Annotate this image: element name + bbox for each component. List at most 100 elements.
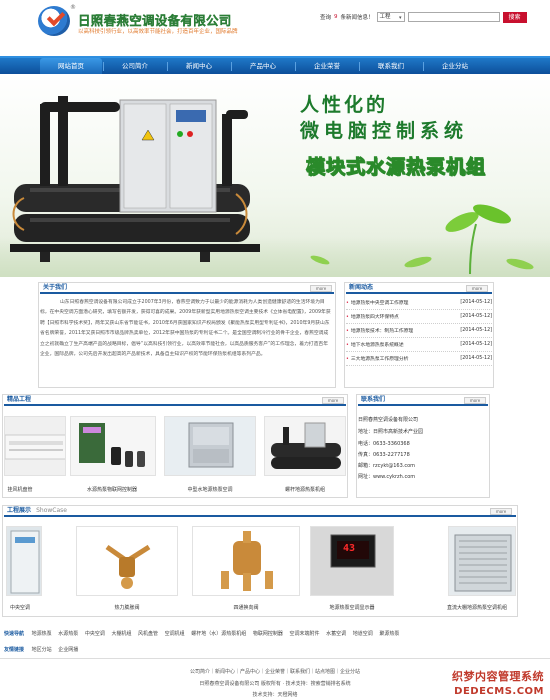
- showcase-caption[interactable]: 地源热泵空调显示器: [300, 604, 404, 611]
- showcase-title: 工程展示 ShowCase: [4, 505, 516, 517]
- quick-nav-label: 快速导航: [4, 631, 25, 637]
- friend-link[interactable]: 企业网播: [58, 647, 78, 653]
- contact-fax: 传真：0633-2277178: [358, 452, 410, 458]
- contact-more-button[interactable]: more: [464, 397, 486, 404]
- company-slogan: 以高科技引领行业，以高效率节能社会，打造百年企业，国际品牌: [78, 29, 238, 35]
- search-input[interactable]: [407, 12, 500, 22]
- quick-nav-link[interactable]: 地道空调: [353, 631, 373, 637]
- product-image[interactable]: [264, 416, 346, 476]
- showcase-image[interactable]: [192, 526, 300, 596]
- quick-nav-link[interactable]: 大棚机组: [111, 631, 131, 637]
- news-item[interactable]: • 地源热泵中央空调工作原理 [2014-05-12]: [346, 296, 492, 310]
- quick-nav: 快速导航 地源热泵 水源热泵 中央空调 大棚机组 风机盘管 空调机组 螺杆地（水…: [4, 630, 544, 637]
- nav-item-about[interactable]: 公司简介: [104, 58, 166, 74]
- news-item[interactable]: • 三大地源热泵工作原理分析 [2014-05-12]: [346, 352, 492, 366]
- news-item-title[interactable]: 地源热泵技术：制热工作原理: [351, 329, 413, 334]
- contact-phone: 电话：0633-3360368: [358, 441, 410, 447]
- main-nav: 网站首页 公司简介 新闻中心 产品中心 企业荣誉 联系我们 企业分站: [0, 56, 550, 74]
- showcase-image[interactable]: 43: [310, 526, 394, 596]
- quick-nav-link[interactable]: 水源热泵: [58, 631, 78, 637]
- hero-banner: 人性化的 微电脑控制系统 模块式水源热泵机组: [0, 74, 550, 277]
- showcase-caption[interactable]: 中央空调: [2, 604, 38, 611]
- watermark-line-2: DEDECMS.COM: [454, 686, 544, 697]
- search-label: 查询: [320, 15, 332, 21]
- friend-link[interactable]: 地区分站: [32, 647, 52, 653]
- product-image[interactable]: [70, 416, 156, 476]
- quick-nav-link[interactable]: 风机盘管: [138, 631, 158, 637]
- nav-item-products[interactable]: 产品中心: [232, 58, 294, 74]
- product-caption[interactable]: 中型水地源热泵空调: [164, 486, 256, 493]
- product-image[interactable]: [164, 416, 256, 476]
- about-more-button[interactable]: more: [310, 285, 332, 292]
- nav-item-news[interactable]: 新闻中心: [168, 58, 230, 74]
- about-title: 关于我们: [40, 282, 334, 294]
- news-item-title[interactable]: 地源热泵四大环保特点: [351, 315, 399, 320]
- showcase-caption[interactable]: 热力膨胀阀: [76, 604, 178, 611]
- products-more-button[interactable]: more: [322, 397, 344, 404]
- footer-support: 技术支持：天橙网络: [252, 692, 298, 698]
- showcase-title-text: 工程展示: [7, 507, 32, 514]
- quick-nav-link[interactable]: 中央空调: [85, 631, 105, 637]
- showcase-image[interactable]: [76, 526, 178, 596]
- product-caption[interactable]: 水源热泵物联网控制器: [66, 486, 158, 493]
- banner-product-name: 模块式水源热泵机组: [305, 156, 487, 179]
- thermostat-display-value: 43: [343, 543, 356, 554]
- nav-item-branches[interactable]: 企业分站: [424, 58, 486, 74]
- showcase-caption[interactable]: 四通换向阀: [192, 604, 300, 611]
- news-item-title[interactable]: 地下水地源热泵系统概述: [351, 343, 404, 348]
- registered-mark: ®: [70, 4, 76, 11]
- news-item-date: [2014-05-12]: [460, 314, 492, 319]
- news-item-date: [2014-05-12]: [460, 328, 492, 333]
- quick-nav-link[interactable]: 螺杆地（水）源热泵机组: [191, 631, 246, 637]
- news-item[interactable]: • 地源热泵技术：制热工作原理 [2014-05-12]: [346, 324, 492, 338]
- search-category-select[interactable]: 工程 ▾: [376, 12, 405, 22]
- news-list: • 地源热泵中央空调工作原理 [2014-05-12] • 地源热泵四大环保特点 [20…: [346, 296, 492, 366]
- showcase-image[interactable]: [6, 526, 42, 596]
- search-hint: 条新闻信息！: [340, 15, 374, 21]
- news-item-title[interactable]: 三大地源热泵工作原理分析: [351, 357, 409, 362]
- news-item[interactable]: • 地源热泵四大环保特点 [2014-05-12]: [346, 310, 492, 324]
- quick-nav-link[interactable]: 空调机组: [165, 631, 185, 637]
- showcase-caption[interactable]: 直流大棚地源热泵空调机组: [436, 604, 518, 611]
- nav-item-honors[interactable]: 企业荣誉: [296, 58, 358, 74]
- quick-nav-link[interactable]: 地源热泵: [32, 631, 52, 637]
- news-more-button[interactable]: more: [466, 285, 488, 292]
- news-item-date: [2014-05-12]: [460, 300, 492, 305]
- quick-nav-link[interactable]: 空调末端附件: [289, 631, 319, 637]
- friend-links: 友情链接 地区分站 企业网播: [4, 646, 83, 653]
- bullet-icon: •: [346, 301, 349, 306]
- watermark-line-1: 织梦内容管理系统: [452, 670, 544, 683]
- quick-nav-link[interactable]: 水蓄空调: [326, 631, 346, 637]
- bullet-icon: •: [346, 329, 349, 334]
- search-bar: 查询 9 条新闻信息！ 工程 ▾ 搜索: [320, 10, 527, 24]
- chevron-down-icon: ▾: [399, 15, 402, 21]
- product-caption[interactable]: 挂风机盘管: [0, 486, 40, 493]
- showcase-more-button[interactable]: more: [490, 508, 512, 515]
- bullet-icon: •: [346, 357, 349, 362]
- contact-website[interactable]: 网址：www.cykrzh.com: [358, 473, 415, 480]
- nav-item-contact[interactable]: 联系我们: [360, 58, 422, 74]
- search-category-value: 工程: [379, 14, 391, 20]
- quick-nav-link[interactable]: 聚源热泵: [379, 631, 399, 637]
- bullet-icon: •: [346, 343, 349, 348]
- contact-email[interactable]: 邮箱：rzcykt@163.com: [358, 462, 415, 469]
- footer-links[interactable]: 公司简介｜新闻中心｜产品中心｜企业荣誉｜联系我们｜站点地图｜企业分站: [75, 668, 475, 675]
- banner-headline-2: 微电脑控制系统: [300, 120, 469, 142]
- product-caption[interactable]: 螺杆地源热泵机组: [262, 486, 348, 493]
- about-body-text: 山东日照春燕空调设备有限公司成立于2007年3月份，春燕空调致力于以最少的能源消…: [40, 300, 331, 358]
- product-image[interactable]: [4, 416, 66, 476]
- contact-company: 日照春燕空调设备有限公司: [358, 417, 419, 423]
- footer-copyright: 日照春燕空调设备有限公司 版权所有 · 技术支持：搜索营销排名系统: [199, 681, 351, 687]
- news-item[interactable]: • 地下水地源热泵系统概述 [2014-05-12]: [346, 338, 492, 352]
- search-button[interactable]: 搜索: [502, 11, 527, 23]
- quick-nav-link[interactable]: 物联网控制器: [253, 631, 283, 637]
- news-item-date: [2014-05-12]: [460, 342, 492, 347]
- friend-links-label: 友情链接: [4, 647, 25, 653]
- nav-item-home[interactable]: 网站首页: [40, 58, 102, 74]
- news-item-date: [2014-05-12]: [460, 356, 492, 361]
- search-count: 9: [334, 14, 338, 20]
- showcase-subtitle: ShowCase: [36, 507, 67, 514]
- contact-address: 地址：日照市高新技术产业园: [358, 429, 424, 435]
- showcase-image[interactable]: [448, 526, 516, 596]
- news-item-title[interactable]: 地源热泵中央空调工作原理: [351, 301, 409, 306]
